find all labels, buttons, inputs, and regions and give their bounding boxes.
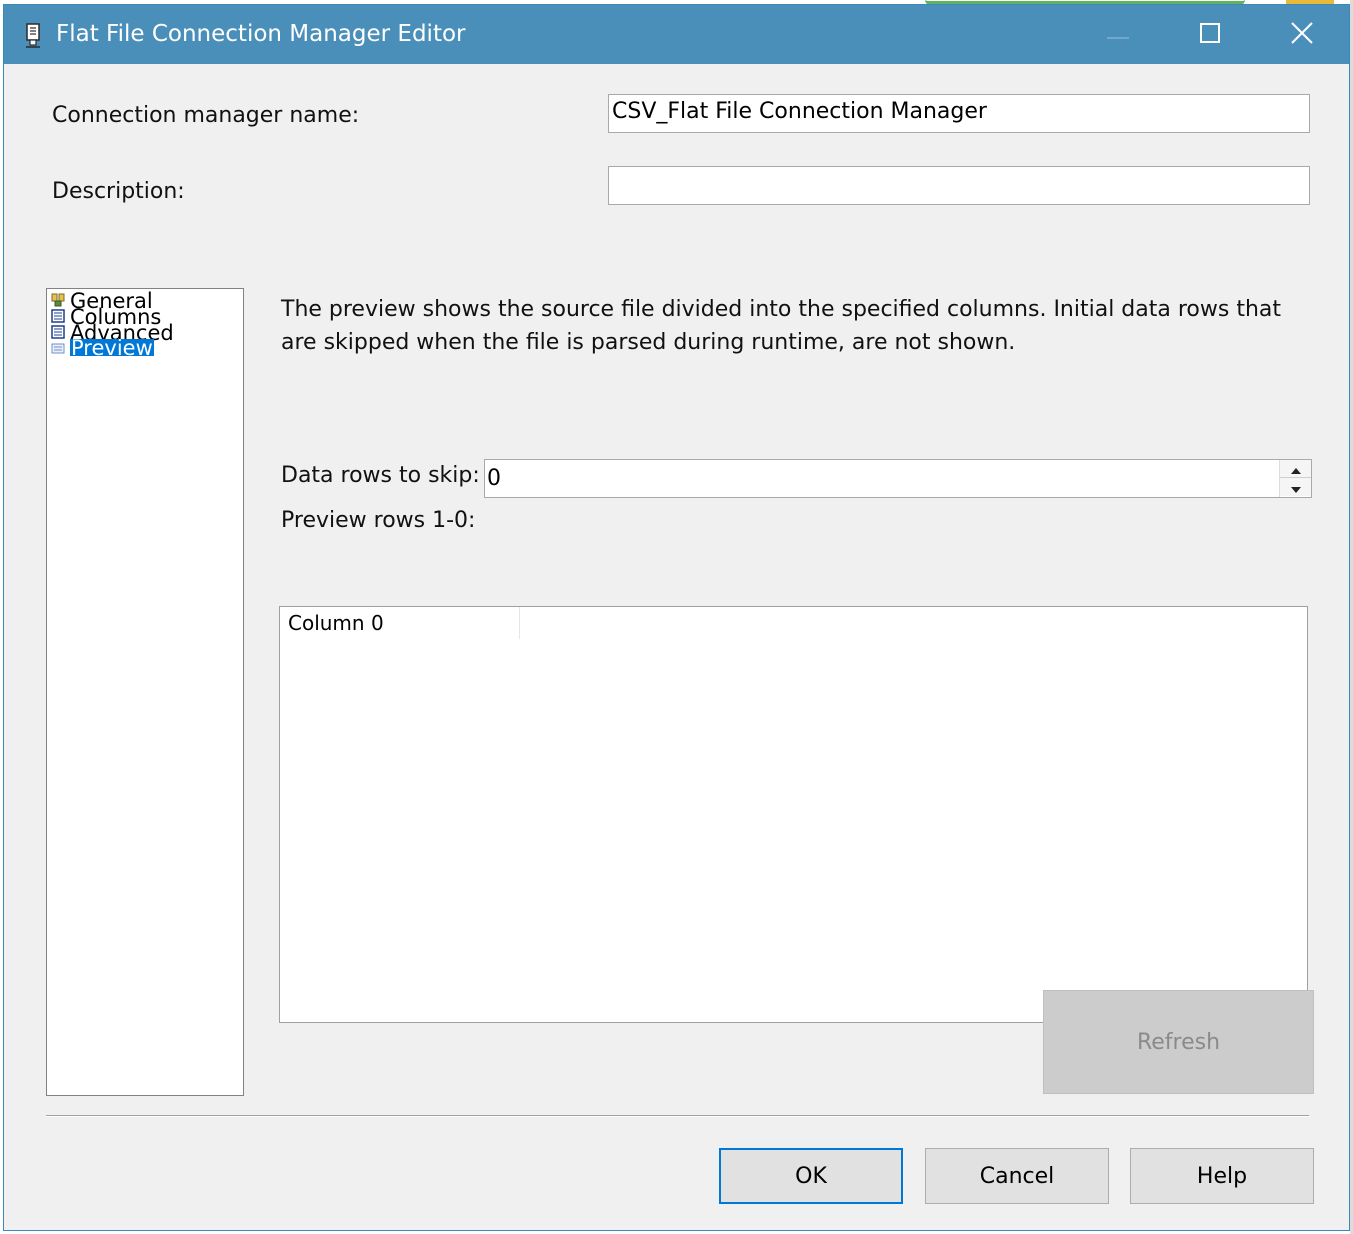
description-label: Description: <box>52 179 185 204</box>
description-input[interactable] <box>608 166 1310 205</box>
ok-button[interactable]: OK <box>719 1148 903 1204</box>
refresh-button[interactable]: Refresh <box>1043 990 1314 1094</box>
chevron-down-icon <box>1290 478 1301 497</box>
stepper-buttons <box>1279 460 1311 497</box>
preview-icon <box>51 341 65 355</box>
footer-separator <box>46 1115 1309 1117</box>
help-button[interactable]: Help <box>1130 1148 1314 1204</box>
advanced-icon <box>51 324 65 339</box>
chevron-up-icon <box>1290 459 1301 478</box>
window-title: Flat File Connection Manager Editor <box>56 21 466 47</box>
data-rows-to-skip-stepper[interactable]: 0 <box>484 459 1312 498</box>
preview-grid[interactable]: Column 0 <box>279 606 1308 1023</box>
general-icon <box>51 292 65 307</box>
title-bar[interactable]: Flat File Connection Manager Editor <box>4 5 1349 64</box>
nav-item-label: Preview <box>70 339 154 356</box>
cancel-button[interactable]: Cancel <box>925 1148 1109 1204</box>
close-icon <box>1291 21 1313 48</box>
maximize-button[interactable] <box>1164 5 1256 64</box>
connection-manager-name-input[interactable]: CSV_Flat File Connection Manager <box>608 94 1310 133</box>
flat-file-connection-manager-editor-dialog: Flat File Connection Manager Editor Conn… <box>3 4 1350 1231</box>
grid-column-header[interactable]: Column 0 <box>280 607 520 639</box>
preview-description: The preview shows the source file divide… <box>281 297 1282 355</box>
maximize-icon <box>1200 22 1220 47</box>
preview-rows-label: Preview rows 1-0: <box>281 508 476 533</box>
page-navigation-list: General Columns Advanced Preview <box>46 288 244 1096</box>
minimize-icon <box>1107 25 1129 44</box>
stepper-up-button[interactable] <box>1280 460 1311 478</box>
nav-item-preview[interactable]: Preview <box>51 339 154 361</box>
connection-manager-name-label: Connection manager name: <box>52 103 360 128</box>
close-button[interactable] <box>1256 5 1348 64</box>
data-rows-to-skip-label: Data rows to skip: <box>281 463 480 488</box>
stepper-down-button[interactable] <box>1280 478 1311 496</box>
data-rows-to-skip-value[interactable]: 0 <box>487 466 501 491</box>
columns-icon <box>51 308 65 323</box>
minimize-button[interactable] <box>1072 5 1164 64</box>
flat-file-icon <box>24 23 44 49</box>
